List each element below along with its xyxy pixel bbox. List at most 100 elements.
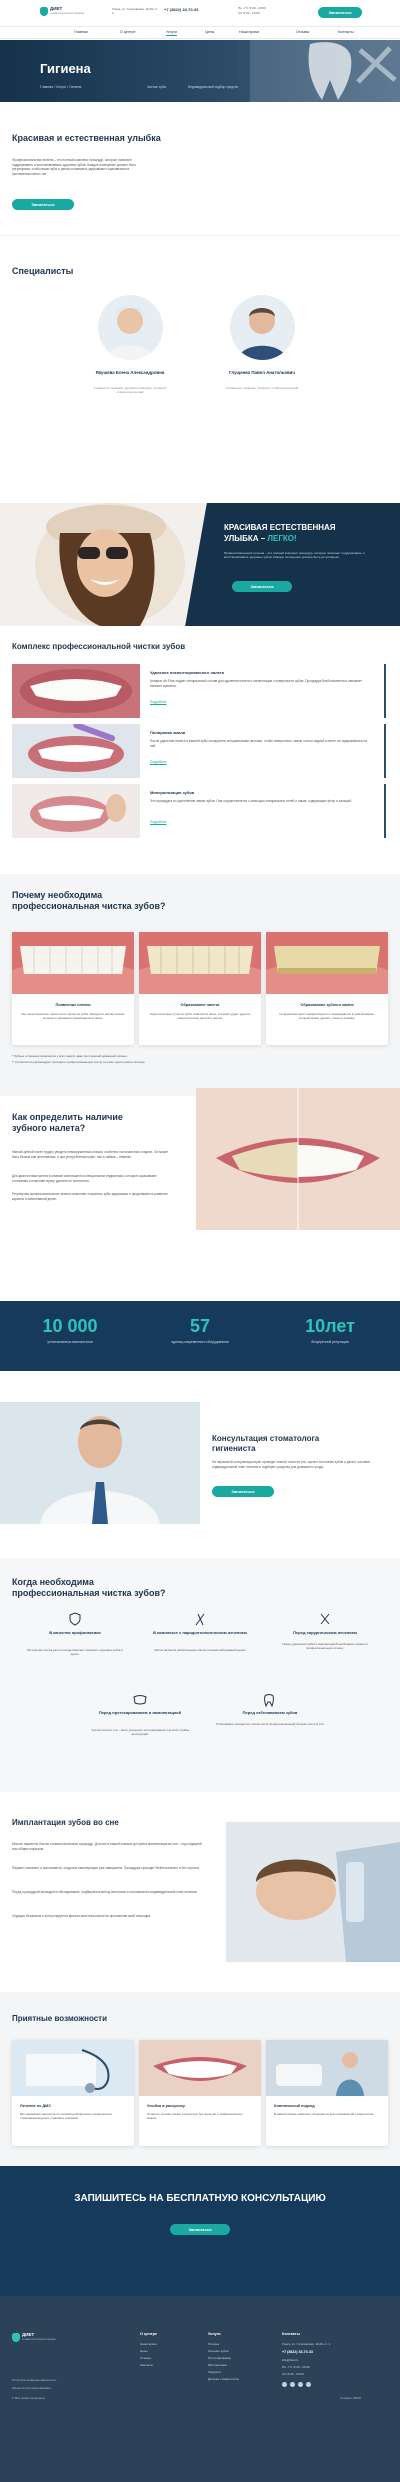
footer-email[interactable]: info@diet.ru — [282, 2358, 298, 2362]
bonus-card[interactable]: Улыбка в рассрочку Оплатить лечение можн… — [139, 2040, 261, 2146]
tooth-sparkle-icon — [264, 1694, 274, 1707]
logo-sub: стоматологическая клиника — [50, 12, 84, 15]
nav-item-doctors[interactable]: Наши врачи — [239, 30, 259, 35]
instagram-icon[interactable] — [290, 2382, 295, 2387]
whatsapp-icon[interactable] — [306, 2382, 311, 2387]
doctor-role: Стоматолог-терапевт, детский стоматолог,… — [93, 386, 167, 395]
telegram-icon[interactable] — [298, 2382, 303, 2387]
vk-icon[interactable] — [282, 2382, 287, 2387]
why-title-1: Почему необходима — [12, 890, 103, 900]
when-item-title: Перед протезированием и имплантацией — [98, 1710, 182, 1715]
intro-signup-button[interactable]: Записаться — [12, 199, 74, 210]
footer-link[interactable]: Имплантация — [208, 2363, 227, 2367]
why-card-title: Появление пленки — [55, 1003, 91, 1007]
smile-photo — [139, 2040, 261, 2096]
why-card: Образование налета Через несколько суток… — [139, 932, 261, 1045]
promo-signup-button[interactable]: Записаться — [232, 581, 292, 592]
floss-photo — [12, 784, 140, 838]
breadcrumb-current: Гигиена — [69, 85, 82, 89]
footer-link[interactable]: Детская стоматология — [208, 2377, 239, 2381]
bonus-card-title: Комплексный подход — [274, 2104, 315, 2108]
consult-text: На первичной консультации врач проведет … — [212, 1460, 371, 1469]
smile-photo — [12, 664, 140, 718]
why-footnote-2: ** Стоматологи рекомендуют проходить про… — [12, 1060, 146, 1064]
header: ДИЕТ стоматологическая клиника Томск, ул… — [0, 0, 400, 39]
nav-item-contacts[interactable]: Контакты — [338, 30, 354, 35]
hero-tab-1[interactable]: Чистые зубы — [147, 85, 166, 89]
tooth-logo-icon — [12, 2333, 20, 2342]
breadcrumb-services[interactable]: Услуги — [56, 85, 66, 89]
footer-link[interactable]: Гигиена — [208, 2342, 219, 2346]
complex-item-more-link[interactable]: Подробнее — [150, 820, 167, 824]
sleeping-patient-photo — [226, 1822, 400, 1962]
when-item: Перед хирургическим лечением Перед удале… — [270, 1612, 380, 1682]
doctor-name: Якушева Елена Александровна — [95, 370, 165, 375]
footer-col-center-title[interactable]: О центре — [140, 2332, 157, 2337]
footer-link[interactable]: Наши врачи — [140, 2342, 157, 2346]
when-item-text: Чистая полость рта – залог успешного про… — [91, 1728, 189, 1737]
when-item: Перед протезированием и имплантацией Чис… — [80, 1694, 200, 1774]
nav-item-reviews[interactable]: Отзывы — [296, 30, 309, 35]
footer-dev[interactable]: Создано ABCD — [340, 2396, 361, 2400]
footer-phone[interactable]: +7 (3822) 33-70-33 — [282, 2350, 313, 2355]
address: Томск, ул. Гоголевская, 19-49, ст. 1 — [112, 7, 158, 16]
denture-icon — [133, 1695, 147, 1705]
complex-item: Удаление пигментированного налета Аппара… — [12, 664, 388, 718]
teeth-illustration — [139, 932, 261, 994]
hero-tab-2[interactable]: Индивидуальный подбор средств — [188, 85, 238, 89]
nav-item-about[interactable]: О центре — [120, 30, 135, 35]
footer-link[interactable]: Лечение зубов — [208, 2349, 228, 2353]
nav-item-prices[interactable]: Цены — [205, 30, 214, 35]
logo[interactable]: ДИЕТ стоматологическая клиника — [40, 6, 86, 18]
complex-item-more-link[interactable]: Подробнее — [150, 760, 167, 764]
why-card-title: Образование налета — [180, 1003, 220, 1007]
footer-legal-1[interactable]: Политика конфиденциальности — [12, 2378, 56, 2382]
consult-signup-button[interactable]: Записаться — [212, 1486, 274, 1497]
complex-item-title: Минерализация зубов — [150, 790, 195, 795]
footer-logo[interactable]: ДИЕТ стоматологическая клиника — [12, 2332, 72, 2344]
footer-link[interactable]: Хирургия — [208, 2370, 221, 2374]
why-card: Образование зубного камня Со временем на… — [266, 932, 388, 1045]
nav-item-home[interactable]: Главная — [74, 30, 88, 35]
doctor-card[interactable]: Глущенко Павел Анатольевич Стоматолог-те… — [220, 290, 304, 410]
phone[interactable]: +7 (3822) 33-70-33 — [164, 7, 198, 12]
detect-text-3: Регулярная профессиональная гигиена позв… — [12, 1192, 168, 1201]
footer-link[interactable]: Контакты — [140, 2363, 153, 2367]
when-item-text: Перед удалением зубов и имплантацией нео… — [282, 1642, 368, 1651]
bonus-card[interactable]: Комплексный подход В нашей клинике работ… — [266, 2040, 388, 2146]
promo-photo — [0, 503, 212, 626]
stat-label: безупречной репутации — [311, 1340, 349, 1344]
when-title-2: профессиональная чистка зубов? — [12, 1588, 166, 1598]
footer-link[interactable]: Отзывы — [140, 2356, 151, 2360]
complex-item-title: Полировка эмали — [150, 730, 186, 735]
cta-banner-title: ЗАПИШИТЕСЬ НА БЕСПЛАТНУЮ КОНСУЛЬТАЦИЮ — [74, 2193, 326, 2204]
when-item: Перед отбеливанием зубов Отбеливание про… — [210, 1694, 330, 1774]
bonus-card[interactable]: Лечение по ДМС Мы принимаем пациентов по… — [12, 2040, 134, 2146]
doctor-photo — [98, 295, 163, 360]
footer-col-contacts-title: Контакты — [282, 2332, 300, 2336]
bonus-card-text: Оплатить лечение можно в рассрочку без п… — [147, 2112, 243, 2121]
dental-tools-icon — [195, 1613, 205, 1626]
bonus-card-text: В нашей клинике работают специалисты все… — [274, 2112, 375, 2116]
when-item: В комплексе с пародонтологическим лечени… — [145, 1612, 255, 1682]
header-cta-button[interactable]: Записаться — [318, 7, 362, 18]
promo-title-2: УЛЫБКА – ЛЕГКО! — [224, 534, 297, 545]
when-item-title: В качестве профилактики — [49, 1630, 101, 1635]
complex-item-more-link[interactable]: Подробнее — [150, 700, 167, 704]
doctor-card[interactable]: Якушева Елена Александровна Стоматолог-т… — [88, 290, 172, 410]
footer-col-services-title[interactable]: Услуги — [208, 2332, 221, 2337]
detect-title-2: зубного налета? — [12, 1123, 86, 1133]
cta-banner-button[interactable]: Записаться — [170, 2224, 230, 2235]
nav-item-services[interactable]: Услуги — [166, 30, 178, 36]
complex-item-text: Аппарат Air Flow подает специальный сост… — [150, 679, 363, 688]
breadcrumb-home[interactable]: Главная — [40, 85, 53, 89]
consult-doctor-photo — [0, 1402, 200, 1524]
scroll-bar — [384, 664, 386, 718]
why-card-text: Через несколько суток на зубах появляетс… — [149, 1012, 251, 1021]
footer-link[interactable]: Цены — [140, 2349, 148, 2353]
page-title: Гигиена — [40, 61, 91, 76]
footer-hours: Сб: 8:30 - 16:00 — [282, 2372, 304, 2376]
footer-link[interactable]: Протезирование — [208, 2356, 231, 2360]
detect-text-2: Для диагностики налета в клинике использ… — [12, 1174, 157, 1183]
when-item: В качестве профилактики Регулярная чистк… — [20, 1612, 130, 1682]
